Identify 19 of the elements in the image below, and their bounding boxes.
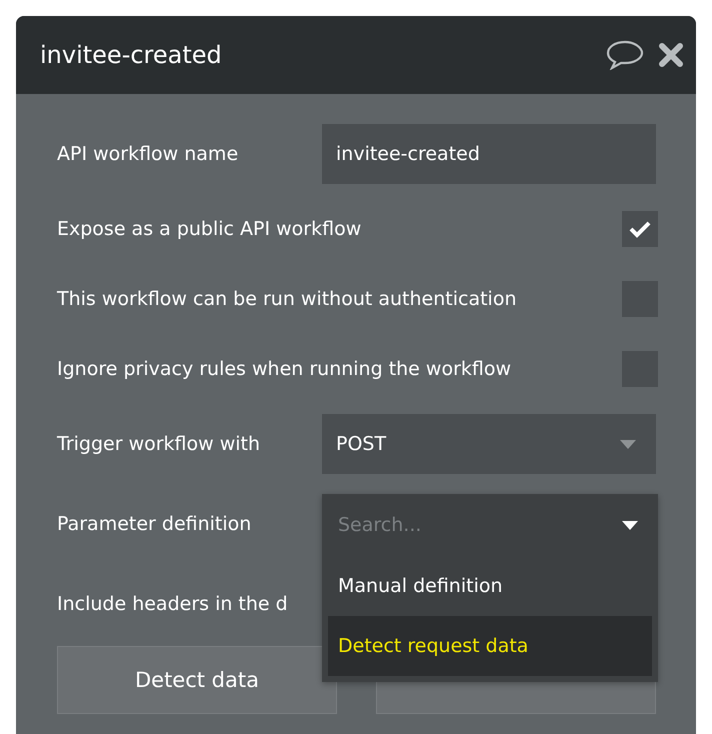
check-icon [629, 220, 651, 238]
dropdown-option[interactable]: Manual definition [328, 556, 652, 616]
checkbox[interactable] [622, 211, 658, 247]
field-label: Include headers in the d [57, 593, 288, 615]
window-title: invitee-created [40, 41, 222, 69]
caret-icon [622, 520, 638, 530]
close-icon[interactable] [658, 42, 684, 68]
input-field[interactable]: invitee-created [322, 124, 656, 184]
field-label: Parameter definition [57, 513, 252, 535]
caret-icon [620, 440, 636, 448]
select-field[interactable]: POST [322, 414, 656, 474]
dropdown-option[interactable]: Detect request data [328, 616, 652, 676]
field-label: This workflow can be run without authentication [57, 288, 516, 310]
field-label: Trigger workflow with [57, 433, 260, 455]
comment-icon[interactable] [606, 40, 644, 70]
field-label: Expose as a public API workflow [57, 218, 362, 240]
field-label: Ignore privacy rules when running the workflow [57, 358, 512, 380]
action-button[interactable]: Detect data [57, 646, 337, 714]
field-label: API workflow name [57, 143, 238, 165]
